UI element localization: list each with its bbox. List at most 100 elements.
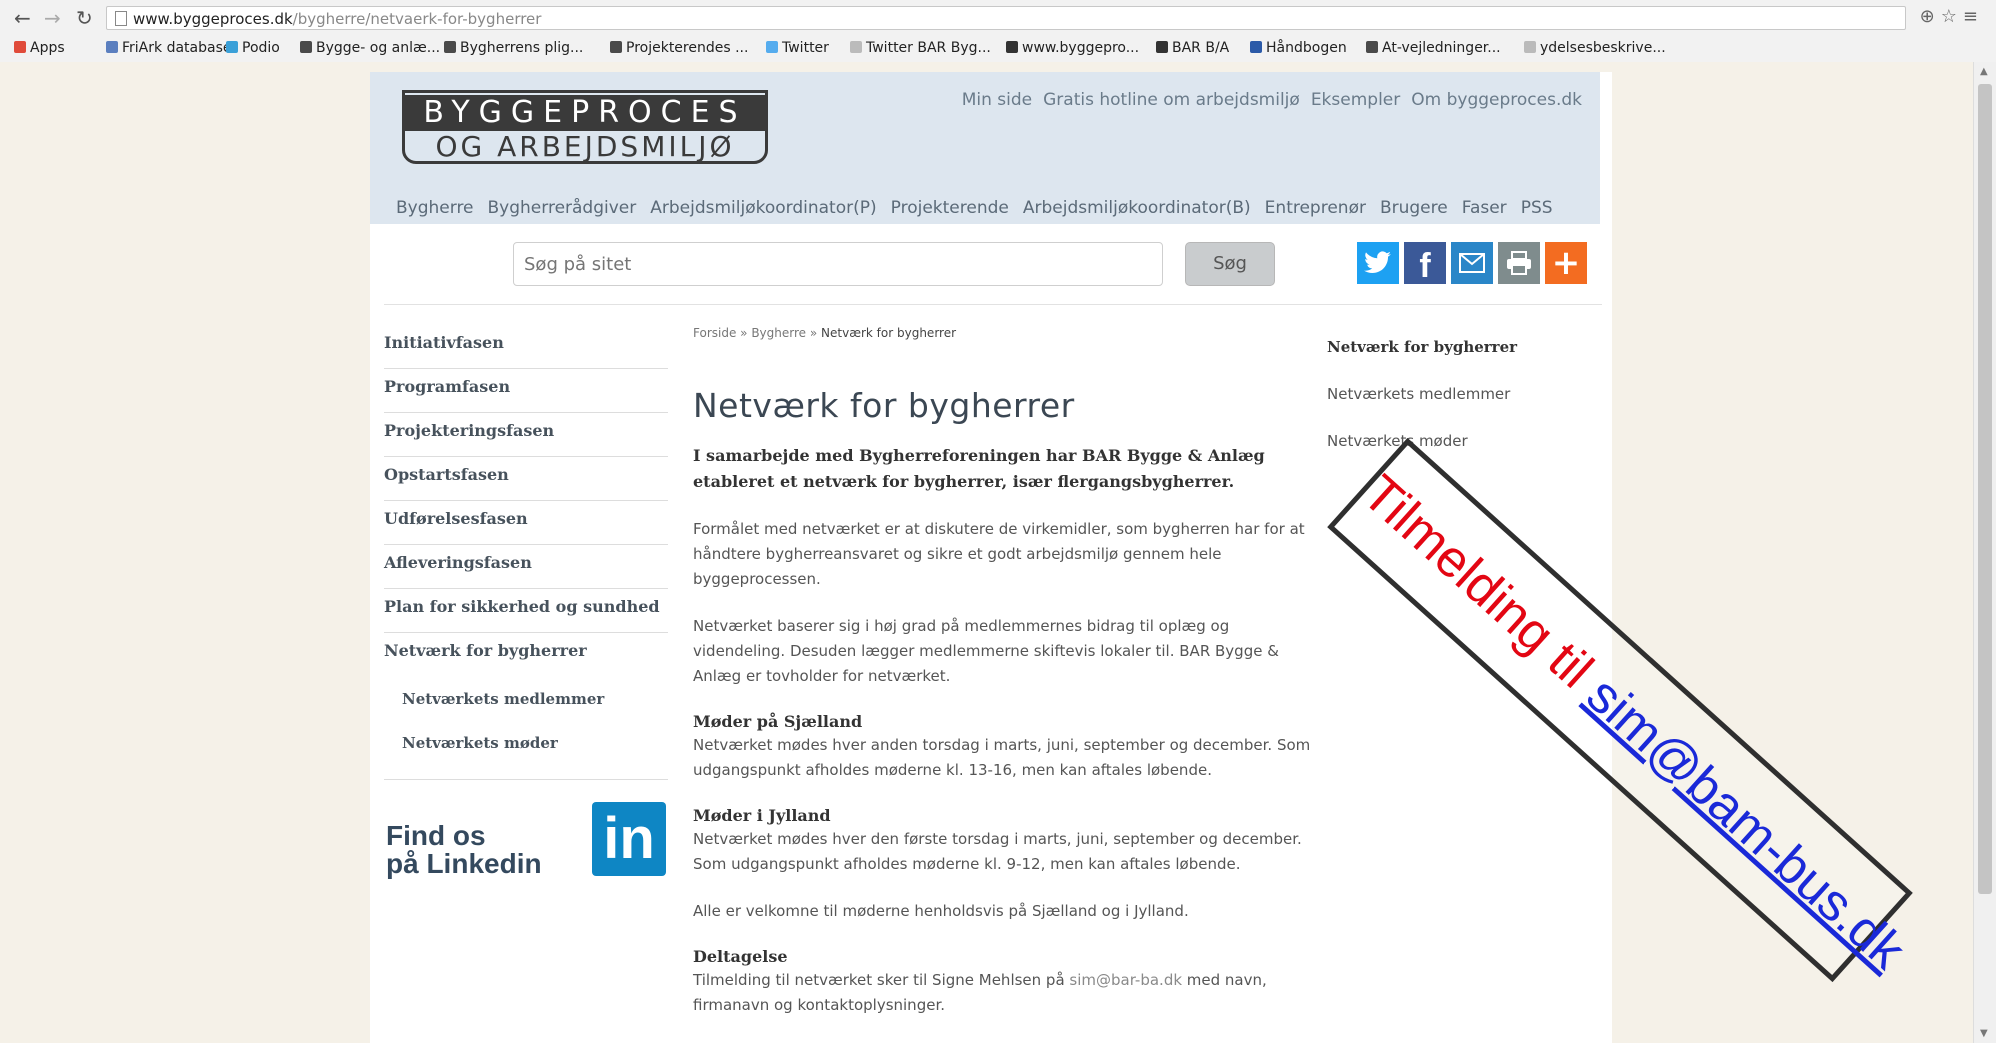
plus-share-icon[interactable]: +: [1545, 242, 1587, 284]
bookmark-favicon-icon: [1524, 41, 1536, 53]
scroll-up-icon[interactable]: ▲: [1980, 66, 1988, 77]
facebook-share-icon[interactable]: f: [1404, 242, 1446, 285]
breadcrumb: Forside » Bygherre » Netværk for bygherr…: [693, 326, 1313, 340]
bookmark-favicon-icon: [610, 41, 622, 53]
twitter-share-icon[interactable]: [1357, 242, 1399, 284]
bookmark-label: Twitter BAR Byg...: [866, 40, 991, 56]
logo-line-2: OG ARBEJDSMILJØ: [435, 130, 735, 163]
sidebar-item-netvaerk[interactable]: Netværk for bygherrer: [384, 634, 668, 676]
search-button[interactable]: Søg: [1185, 242, 1275, 286]
bookmark-label: BAR B/A: [1172, 40, 1230, 56]
menu-icon[interactable]: ≡: [1963, 6, 1984, 27]
mail-share-icon[interactable]: [1451, 242, 1493, 284]
bookmark-item[interactable]: BAR B/A: [1156, 40, 1229, 56]
signup-email-link[interactable]: sim@bar-ba.dk: [1069, 971, 1182, 989]
bookmark-item[interactable]: At-vejledninger...: [1366, 40, 1501, 56]
heading-jylland: Møder i Jylland: [693, 806, 831, 825]
top-links: Min side Gratis hotline om arbejdsmiljø Ek…: [951, 90, 1582, 110]
back-arrow-icon[interactable]: ←: [14, 6, 31, 30]
breadcrumb-separator: »: [736, 326, 752, 340]
bookmark-item[interactable]: Håndbogen: [1250, 40, 1347, 56]
logo-line-1: BYGGEPROCES: [405, 95, 765, 131]
nav-bygherreraadgiver[interactable]: Bygherrerådgiver: [488, 198, 637, 218]
paragraph-sjaelland: Netværket mødes hver anden torsdag i mar…: [693, 736, 1311, 779]
bookmark-favicon-icon: [106, 41, 118, 53]
sidebar-item-afleveringsfasen[interactable]: Afleveringsfasen: [384, 546, 668, 589]
nav-faser[interactable]: Faser: [1462, 198, 1507, 218]
bookmark-favicon-icon: [1250, 41, 1262, 53]
sidebar-divider: [384, 779, 668, 780]
scrollbar-thumb[interactable]: [1978, 84, 1992, 894]
bookmark-item[interactable]: Projekterendes ...: [610, 40, 748, 56]
url-bar[interactable]: www.byggeproces.dk/bygherre/netvaerk-for…: [106, 6, 1906, 30]
nav-amk-b[interactable]: Arbejdsmiljøkoordinator(B): [1023, 198, 1251, 218]
bookmark-item[interactable]: ydelsesbeskrive...: [1524, 40, 1666, 56]
address-row: ← → ↻ www.byggeproces.dk/bygherre/netvae…: [0, 0, 1996, 36]
top-link-eksempler[interactable]: Eksempler: [1311, 90, 1400, 110]
scroll-down-icon[interactable]: ▼: [1980, 1028, 1988, 1039]
linkedin-line-1: Find os: [386, 820, 486, 851]
bookmark-item[interactable]: Twitter BAR Byg...: [850, 40, 991, 56]
top-link-hotline[interactable]: Gratis hotline om arbejdsmiljø: [1043, 90, 1300, 110]
page-title: Netværk for bygherrer: [693, 386, 1075, 425]
deltagelse-text-pre: Tilmelding til netværket sker til Signe …: [693, 971, 1070, 989]
linkedin-icon[interactable]: in: [592, 802, 666, 876]
bookmark-favicon-icon: [1156, 41, 1168, 53]
subnav-moeder[interactable]: Netværkets møder: [1327, 432, 1587, 479]
bookmark-favicon-icon: [850, 41, 862, 53]
bookmark-item[interactable]: www.byggepro...: [1006, 40, 1139, 56]
linkedin-line-2: på Linkedin: [386, 848, 542, 879]
print-icon[interactable]: [1498, 242, 1540, 284]
site-logo[interactable]: BYGGEPROCES OG ARBEJDSMILJØ: [402, 90, 768, 164]
top-link-min-side[interactable]: Min side: [962, 90, 1032, 110]
nav-brugere[interactable]: Brugere: [1380, 198, 1448, 218]
heading-sjaelland: Møder på Sjælland: [693, 712, 863, 731]
paragraph-deltagelse: Tilmelding til netværket sker til Signe …: [693, 968, 1313, 1018]
main-nav: Bygherre Bygherrerådgiver Arbejdsmiljøkoor…: [396, 198, 1567, 218]
bookmark-item[interactable]: Bygge- og anlæ...: [300, 40, 440, 56]
breadcrumb-section[interactable]: Bygherre: [751, 326, 806, 340]
bookmark-item[interactable]: Twitter: [766, 40, 829, 56]
bookmark-item[interactable]: Podio: [226, 40, 280, 56]
search-input[interactable]: [513, 242, 1163, 286]
linkedin-promo[interactable]: Find os på Linkedin in: [384, 802, 668, 882]
bookmark-item[interactable]: Bygherrens plig...: [444, 40, 583, 56]
bookmark-apps[interactable]: Apps: [14, 40, 65, 56]
bookmark-favicon-icon: [1006, 41, 1018, 53]
paragraph-jylland: Netværket mødes hver den første torsdag …: [693, 830, 1302, 873]
bookmark-label: Håndbogen: [1266, 40, 1347, 56]
url-path: /bygherre/netvaerk-for-bygherrer: [292, 10, 542, 28]
page-icon: [115, 11, 127, 26]
sidebar-item-udfoerelsesfasen[interactable]: Udførelsesfasen: [384, 502, 668, 545]
top-link-om[interactable]: Om byggeproces.dk: [1411, 90, 1582, 110]
reload-icon[interactable]: ↻: [76, 6, 93, 30]
bookmark-label: Bygherrens plig...: [460, 40, 584, 56]
subnav-medlemmer[interactable]: Netværkets medlemmer: [1327, 385, 1587, 432]
nav-pss[interactable]: PSS: [1521, 198, 1553, 218]
bookmark-item[interactable]: FriArk database: [106, 40, 231, 56]
nav-bygherre[interactable]: Bygherre: [396, 198, 474, 218]
star-icon[interactable]: ☆: [1941, 6, 1963, 27]
nav-amk-p[interactable]: Arbejdsmiljøkoordinator(P): [650, 198, 876, 218]
sidebar-item-opstartsfasen[interactable]: Opstartsfasen: [384, 458, 668, 501]
sidebar-item-initiativfasen[interactable]: Initiativfasen: [384, 326, 668, 369]
heading-deltagelse: Deltagelse: [693, 947, 788, 966]
paragraph-basis: Netværket baserer sig i høj grad på medl…: [693, 617, 1279, 685]
vertical-scrollbar[interactable]: ▲ ▼: [1973, 62, 1996, 1043]
subnav-netvaerk[interactable]: Netværk for bygherrer: [1327, 338, 1587, 385]
sidebar-item-plan-sikkerhed[interactable]: Plan for sikkerhed og sundhed: [384, 590, 668, 633]
zoom-icon[interactable]: ⊕: [1920, 6, 1941, 27]
nav-projekterende[interactable]: Projekterende: [891, 198, 1009, 218]
bookmark-favicon-icon: [226, 41, 238, 53]
bookmarks-bar: Apps FriArk database Podio Bygge- og anlæ.…: [0, 36, 1996, 62]
sidebar-item-programfasen[interactable]: Programfasen: [384, 370, 668, 413]
breadcrumb-home[interactable]: Forside: [693, 326, 736, 340]
bookmark-label: Bygge- og anlæ...: [316, 40, 441, 56]
forward-arrow-icon[interactable]: →: [44, 6, 61, 30]
nav-entreprenoer[interactable]: Entreprenør: [1265, 198, 1366, 218]
sidebar-subitem-medlemmer[interactable]: Netværkets medlemmer: [384, 677, 668, 721]
sidebar-subitem-moeder[interactable]: Netværkets møder: [384, 721, 668, 765]
sidebar-item-projekteringsfasen[interactable]: Projekteringsfasen: [384, 414, 668, 457]
bookmark-label: Twitter: [782, 40, 829, 56]
bookmark-label: www.byggepro...: [1022, 40, 1140, 56]
